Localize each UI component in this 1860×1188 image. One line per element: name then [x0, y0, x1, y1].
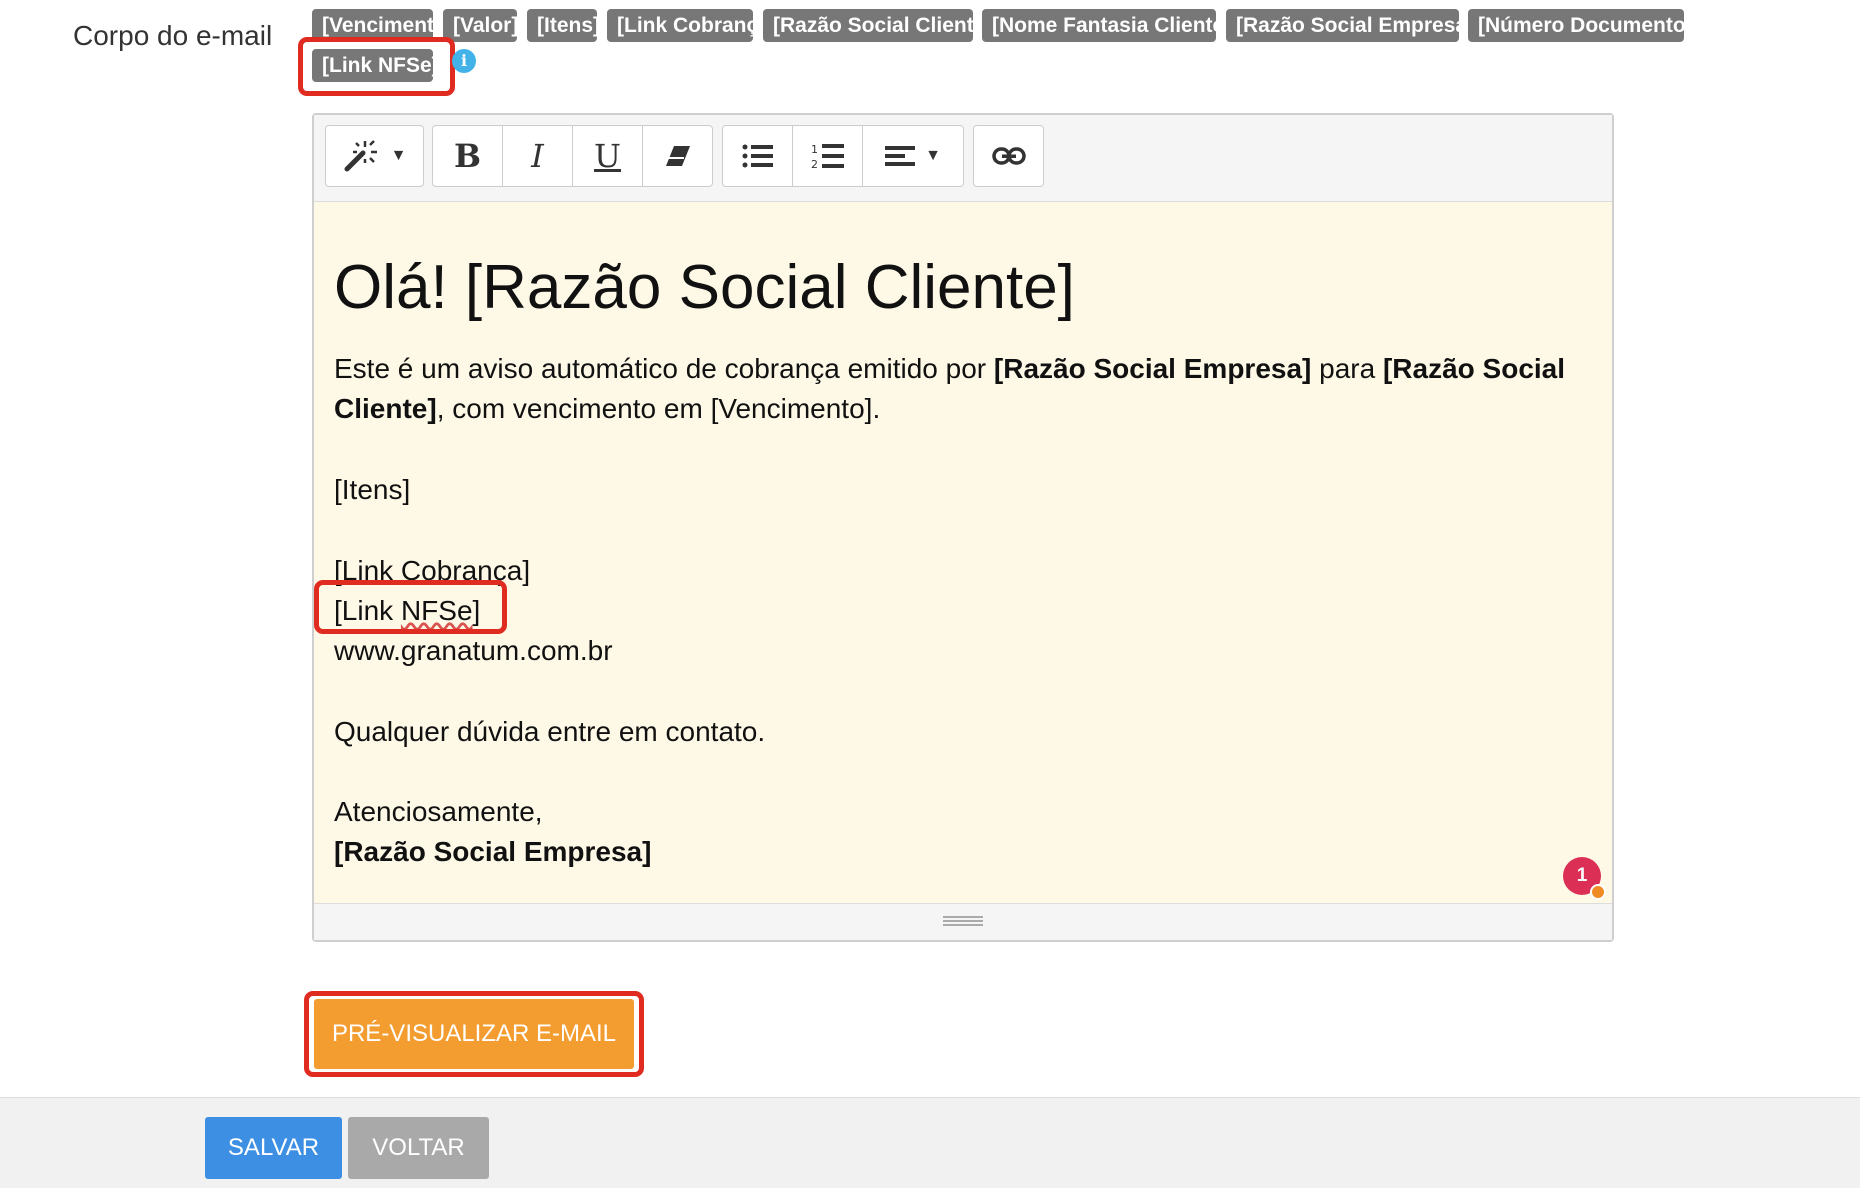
badge-status-dot [1590, 884, 1606, 900]
font-group: B I U [432, 125, 713, 189]
underline-icon: U [594, 137, 621, 175]
ordered-list-button[interactable]: 1 2 [792, 125, 863, 187]
footer-bar: SALVAR VOLTAR [0, 1097, 1860, 1188]
tag-itens[interactable]: [Itens] [527, 9, 600, 42]
ordered-list-icon: 1 2 [811, 143, 844, 170]
align-icon [885, 146, 916, 166]
insert-group [973, 125, 1044, 189]
svg-text:1: 1 [811, 143, 818, 156]
unordered-list-icon [742, 144, 773, 168]
contact-line: Qualquer dúvida entre em contato. [334, 716, 766, 747]
email-body-label: Corpo do e-mail [73, 20, 273, 51]
resize-grip-icon [943, 916, 983, 928]
tag-razao-social-empresa[interactable]: [Razão Social Empresa] [1226, 9, 1474, 42]
info-icon[interactable]: i [452, 49, 476, 73]
rich-text-editor: ▼ B I U 1 2 ▼ Olá! [Razão Social Cliente… [312, 113, 1614, 942]
website-line: www.granatum.com.br [334, 635, 613, 666]
save-button[interactable]: SALVAR [205, 1117, 342, 1179]
insert-link-button[interactable] [973, 125, 1044, 187]
signature-line: [Razão Social Empresa] [334, 836, 652, 867]
italic-icon: I [531, 137, 544, 175]
magic-wand-icon [344, 140, 377, 172]
email-heading: Olá! [Razão Social Cliente] [334, 253, 1075, 322]
style-dropdown-button[interactable]: ▼ [325, 125, 424, 187]
link-nfse-line: [Link NFSe] [334, 595, 481, 626]
underline-button[interactable]: U [572, 125, 643, 187]
align-dropdown-button[interactable]: ▼ [862, 125, 964, 187]
para-group: 1 2 ▼ [722, 125, 964, 189]
style-group: ▼ [325, 125, 424, 189]
tag-link-cobranca[interactable]: [Link Cobrança] [607, 9, 777, 42]
tag-numero-documento[interactable]: [Número Documento] [1468, 9, 1693, 42]
back-button[interactable]: VOLTAR [348, 1117, 489, 1179]
editor-content[interactable]: Olá! [Razão Social Cliente] Este é um av… [314, 202, 1612, 905]
link-icon [991, 147, 1026, 165]
intro-paragraph: Este é um aviso automático de cobrança e… [334, 353, 1566, 424]
bold-icon: B [453, 137, 482, 175]
clear-format-button[interactable] [642, 125, 713, 187]
tag-nome-fantasia-cliente[interactable]: [Nome Fantasia Cliente] [982, 9, 1231, 42]
link-cobranca-line: [Link Cobrança] [334, 555, 531, 586]
bold-button[interactable]: B [432, 125, 503, 187]
unordered-list-button[interactable] [722, 125, 793, 187]
preview-email-button[interactable]: PRÉ-VISUALIZAR E-MAIL [314, 999, 634, 1069]
editor-toolbar: ▼ B I U 1 2 ▼ [314, 115, 1612, 202]
tag-link-nfse[interactable]: [Link NFSe] [312, 49, 439, 82]
tag-vencimento[interactable]: [Vencimento] [312, 9, 454, 42]
chevron-down-icon: ▼ [390, 147, 407, 164]
eraser-icon [665, 146, 690, 166]
editor-resize-bar[interactable] [314, 903, 1612, 940]
tag-razao-social-cliente[interactable]: [Razão Social Cliente] [763, 9, 992, 42]
italic-button[interactable]: I [502, 125, 573, 187]
svg-text:2: 2 [811, 158, 818, 170]
chevron-down-icon: ▼ [925, 147, 941, 164]
closing-line: Atenciosamente, [334, 796, 543, 827]
tag-valor[interactable]: [Valor] [443, 9, 518, 42]
itens-line: [Itens] [334, 474, 411, 505]
